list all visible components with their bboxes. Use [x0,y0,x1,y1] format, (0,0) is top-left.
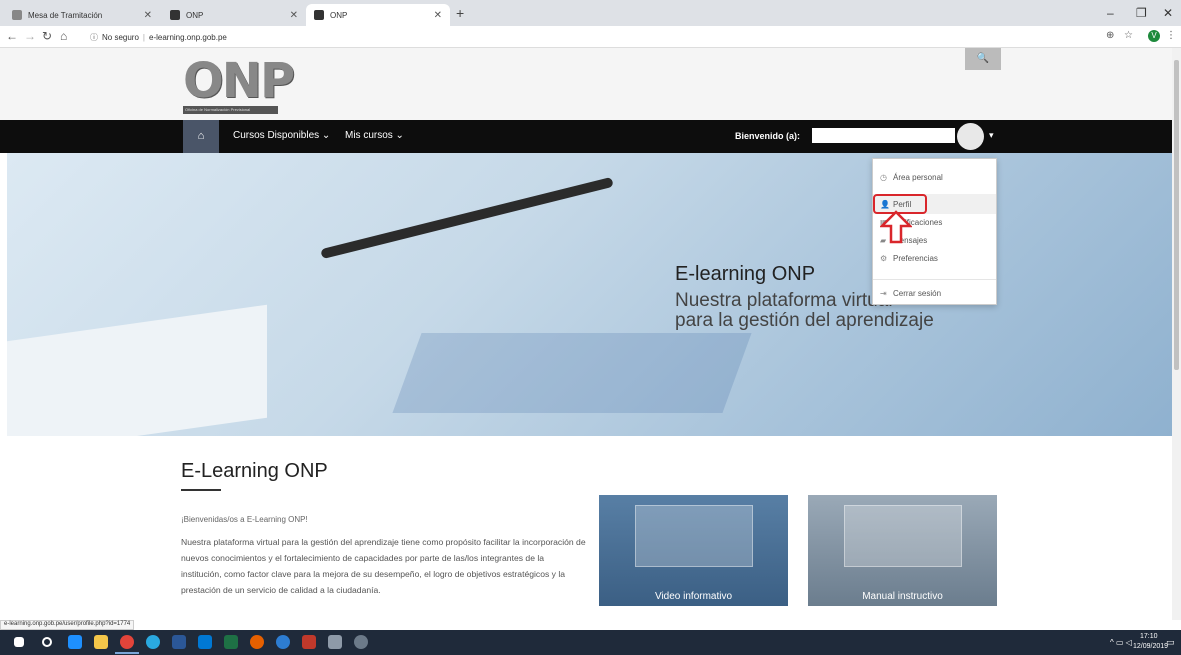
file-explorer-icon[interactable] [94,635,108,649]
app-s-icon[interactable] [302,635,316,649]
favicon-icon [12,10,22,20]
back-icon[interactable]: ← [6,29,18,43]
favicon-icon [314,10,324,20]
user-name-box [812,128,955,143]
app-misc-icon[interactable] [354,635,368,649]
search-icon: 🔍 [976,53,990,64]
welcome-text: ¡Bienvenidas/os a E-Learning ONP! [181,515,308,524]
home-icon[interactable]: ⌂ [60,29,67,43]
new-tab-button[interactable]: + [456,5,464,21]
close-icon[interactable]: ✕ [290,10,298,21]
menu-divider [873,279,996,280]
nav-mis-cursos[interactable]: Mis cursos ⌄ [345,130,404,141]
main-navbar: ⌂ Cursos Disponibles ⌄ Mis cursos ⌄ Bien… [0,120,1172,153]
intro-paragraph: Nuestra plataforma virtual para la gesti… [181,537,586,595]
nav-cursos-disponibles[interactable]: Cursos Disponibles ⌄ [233,130,330,141]
tray-icons[interactable]: ^ ▭ ◁ [1110,638,1132,647]
menu-dots-icon[interactable]: ⋮ [1166,30,1176,41]
close-icon[interactable]: ✕ [434,10,442,21]
word-icon[interactable] [172,635,186,649]
clock-date[interactable]: 12/09/2019 [1133,643,1168,650]
restore-icon[interactable]: ❐ [1136,6,1147,20]
hero-subtitle-2: para la gestión del aprendizaje [675,310,934,331]
clock-time[interactable]: 17:10 [1140,633,1158,640]
section-title: E-Learning ONP [181,460,328,482]
chevron-down-icon[interactable]: ▾ [989,130,994,141]
active-app-indicator [115,652,139,654]
menu-item-cerrar-sesion[interactable]: ⇥ Cerrar sesión [873,283,996,303]
windows-taskbar: ^ ▭ ◁ 17:10 12/09/2019 ▭ [0,630,1181,655]
tab-onp-1[interactable]: ONP ✕ [162,4,306,26]
windows-start-icon[interactable] [14,637,24,647]
reload-icon[interactable]: ↻ [42,29,52,43]
info-icon: ⓘ [90,32,98,42]
hero-decoration [7,304,267,436]
menu-item-preferencias[interactable]: ⚙ Preferencias [873,248,996,268]
home-icon: ⌂ [197,130,205,142]
pen-graphic [320,176,614,260]
tab-onp-active[interactable]: ONP ✕ [306,4,450,26]
outlook-icon[interactable] [198,635,212,649]
omnibox[interactable]: ⓘ No seguro | e-learning.onp.gob.pe [90,28,227,46]
menu-item-area-personal[interactable]: ◷ Área personal [873,167,996,187]
home-button[interactable]: ⌂ [183,120,219,153]
welcome-label: Bienvenido (a): [735,131,801,141]
skype-icon[interactable] [146,635,160,649]
tab-mesa[interactable]: Mesa de Tramitación ✕ [4,4,160,26]
close-icon[interactable]: ✕ [144,10,152,21]
search-icon[interactable] [42,637,52,647]
site-header: ONP Oficina de Normalización Previsional… [0,48,1172,120]
gear-icon: ⚙ [880,253,888,263]
user-avatar[interactable] [957,123,984,150]
arrow-up-icon [880,210,912,244]
browser-tab-bar: Mesa de Tramitación ✕ ONP ✕ ONP ✕ + – ❐ … [0,0,1181,26]
address-bar: ← → ↻ ⌂ ⓘ No seguro | e-learning.onp.gob… [0,26,1181,48]
separator: | [142,32,145,42]
chrome-icon[interactable] [120,635,134,649]
url-text: e-learning.onp.gob.pe [149,32,227,42]
security-label: No seguro [102,32,139,42]
dashboard-icon: ◷ [880,172,887,182]
star-icon[interactable]: ☆ [1124,30,1133,41]
card-manual-instructivo[interactable]: Manual instructivo [808,495,997,606]
hero-title: E-learning ONP [675,263,816,285]
notification-icon[interactable]: ▭ [1166,637,1175,648]
firefox-icon[interactable] [250,635,264,649]
favicon-icon [170,10,180,20]
onp-logo[interactable]: ONP Oficina de Normalización Previsional [183,56,295,116]
manual-illustration [844,505,962,567]
web-page: ONP Oficina de Normalización Previsional… [0,48,1172,620]
hero-banner: E-learning ONP Nuestra plataforma virtua… [7,153,1172,436]
edge-icon[interactable] [68,635,82,649]
card-video-informativo[interactable]: Video informativo [599,495,788,606]
app-tool-icon[interactable] [328,635,342,649]
hero-decoration [392,333,752,413]
search-button[interactable]: 🔍 [965,48,1001,70]
status-url: e-learning.onp.gob.pe/user/profile.php?i… [0,620,135,630]
scrollbar-thumb[interactable] [1174,60,1179,370]
ie-icon[interactable] [276,635,290,649]
video-illustration [635,505,753,567]
excel-icon[interactable] [224,635,238,649]
minimize-icon[interactable]: – [1107,6,1114,20]
zoom-icon[interactable]: ⊕ [1106,30,1114,41]
logout-icon: ⇥ [880,288,887,298]
forward-icon[interactable]: → [24,29,36,43]
hero-subtitle-1: Nuestra plataforma virtual [675,290,893,311]
window-close-icon[interactable]: ✕ [1163,6,1173,20]
title-underline [181,489,221,491]
browser-profile-avatar[interactable]: V [1148,30,1160,42]
